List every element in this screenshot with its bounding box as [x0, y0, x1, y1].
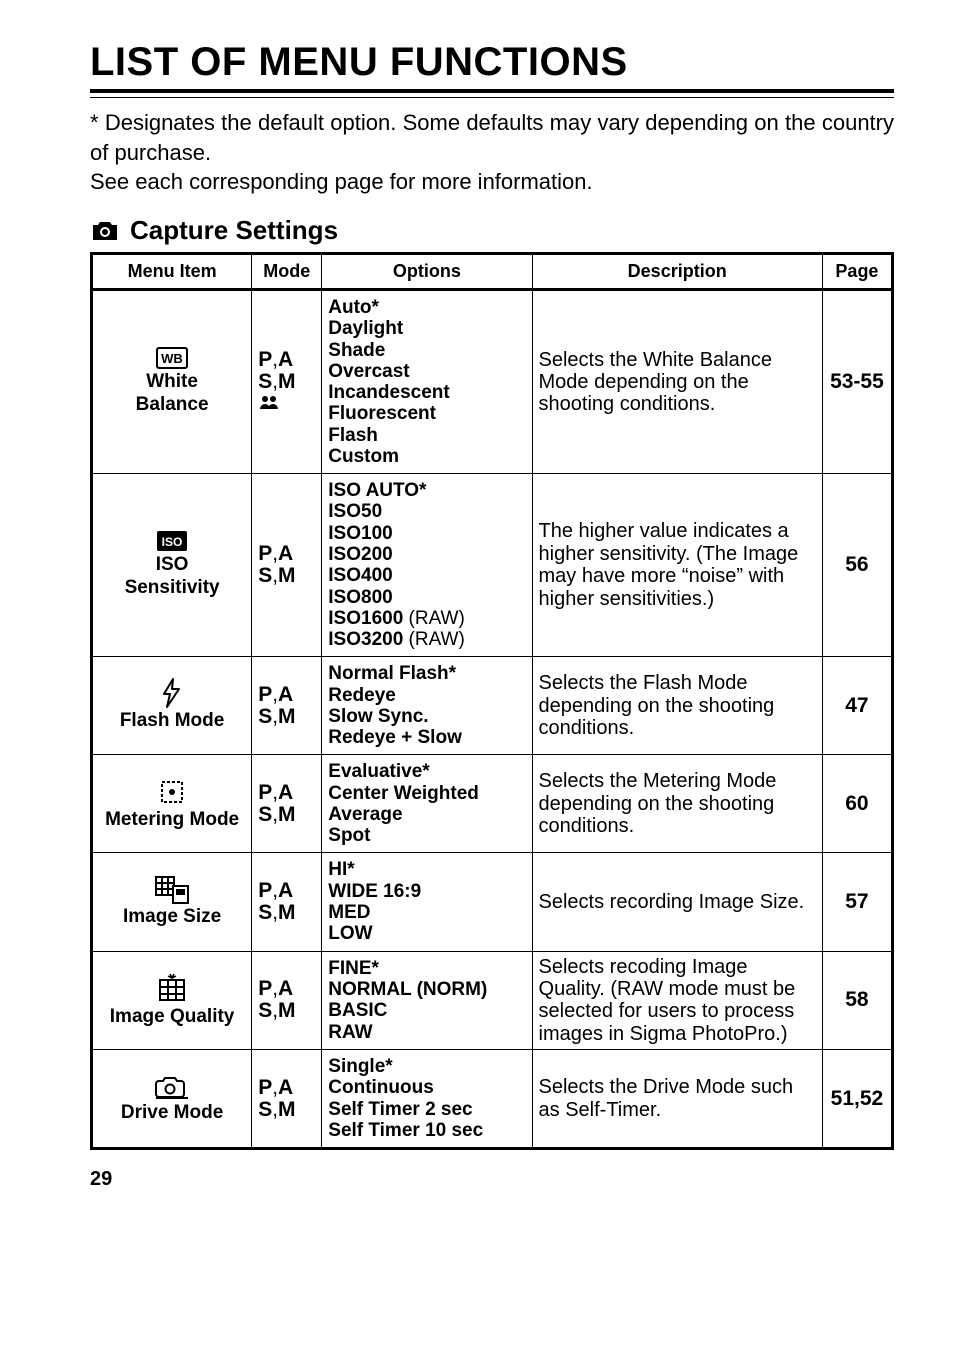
wb-icon: WB: [99, 347, 245, 369]
table-row: WBWhiteBalanceP,AS,MAuto*DaylightShadeOv…: [92, 290, 893, 474]
imagequality-icon: [99, 972, 245, 1004]
section-title: Capture Settings: [130, 215, 338, 246]
section-header: Capture Settings: [90, 215, 894, 246]
mode-cell: P,AS,M: [252, 290, 322, 474]
page-cell: 53-55: [822, 290, 892, 474]
page-title: LIST OF MENU FUNCTIONS: [90, 40, 894, 85]
drive-icon: [99, 1072, 245, 1100]
menu-item-cell: Metering Mode: [92, 755, 252, 853]
page-cell: 51,52: [822, 1050, 892, 1149]
description-cell: Selects recoding Image Quality. (RAW mod…: [532, 951, 822, 1050]
menu-item-cell: Flash Mode: [92, 657, 252, 755]
options-cell: Single*ContinuousSelf Timer 2 secSelf Ti…: [322, 1050, 532, 1149]
description-cell: Selects the Drive Mode such as Self-Time…: [532, 1050, 822, 1149]
table-row: Image QualityP,AS,MFINE*NORMAL (NORM)BAS…: [92, 951, 893, 1050]
page-cell: 47: [822, 657, 892, 755]
table-row: Metering ModeP,AS,MEvaluative*Center Wei…: [92, 755, 893, 853]
menu-item-cell: WBWhiteBalance: [92, 290, 252, 474]
mode-cell: P,AS,M: [252, 474, 322, 657]
mode-cell: P,AS,M: [252, 951, 322, 1050]
svg-text:ISO: ISO: [162, 535, 183, 549]
table-row: Flash ModeP,AS,MNormal Flash*RedeyeSlow …: [92, 657, 893, 755]
options-cell: Evaluative*Center WeightedAverageSpot: [322, 755, 532, 853]
mode-cell: P,AS,M: [252, 755, 322, 853]
col-page: Page: [822, 254, 892, 290]
menu-item-cell: Drive Mode: [92, 1050, 252, 1149]
table-row: ISOISOSensitivityP,AS,MISO AUTO*ISO50ISO…: [92, 474, 893, 657]
options-cell: ISO AUTO*ISO50ISO100ISO200ISO400ISO800IS…: [322, 474, 532, 657]
page-cell: 57: [822, 853, 892, 951]
table-row: Drive ModeP,AS,MSingle*ContinuousSelf Ti…: [92, 1050, 893, 1149]
intro-text: * Designates the default option. Some de…: [90, 108, 894, 197]
col-options: Options: [322, 254, 532, 290]
page-cell: 56: [822, 474, 892, 657]
metering-icon: [99, 777, 245, 807]
page-number: 29: [90, 1168, 894, 1191]
col-menu-item: Menu Item: [92, 254, 252, 290]
iso-icon: ISO: [99, 530, 245, 552]
mode-cell: P,AS,M: [252, 853, 322, 951]
options-cell: FINE*NORMAL (NORM)BASICRAW: [322, 951, 532, 1050]
page-cell: 58: [822, 951, 892, 1050]
options-cell: HI*WIDE 16:9MEDLOW: [322, 853, 532, 951]
description-cell: Selects recording Image Size.: [532, 853, 822, 951]
menu-item-cell: Image Quality: [92, 951, 252, 1050]
imagesize-icon: [99, 876, 245, 904]
mode-cell: P,AS,M: [252, 657, 322, 755]
description-cell: Selects the White Balance Mode depending…: [532, 290, 822, 474]
menu-functions-table: Menu Item Mode Options Description Page …: [90, 252, 894, 1150]
col-mode: Mode: [252, 254, 322, 290]
title-underline: [90, 89, 894, 98]
svg-text:WB: WB: [161, 351, 183, 366]
page-cell: 60: [822, 755, 892, 853]
description-cell: Selects the Flash Mode depending on the …: [532, 657, 822, 755]
flash-icon: [99, 678, 245, 708]
camera-icon: [90, 219, 120, 243]
menu-item-cell: ISOISOSensitivity: [92, 474, 252, 657]
description-cell: The higher value indicates a higher sens…: [532, 474, 822, 657]
description-cell: Selects the Metering Mode depending on t…: [532, 755, 822, 853]
options-cell: Normal Flash*RedeyeSlow Sync.Redeye + Sl…: [322, 657, 532, 755]
options-cell: Auto*DaylightShadeOvercastIncandescentFl…: [322, 290, 532, 474]
menu-item-cell: Image Size: [92, 853, 252, 951]
mode-cell: P,AS,M: [252, 1050, 322, 1149]
table-row: Image SizeP,AS,MHI*WIDE 16:9MEDLOWSelect…: [92, 853, 893, 951]
table-header-row: Menu Item Mode Options Description Page: [92, 254, 893, 290]
col-description: Description: [532, 254, 822, 290]
